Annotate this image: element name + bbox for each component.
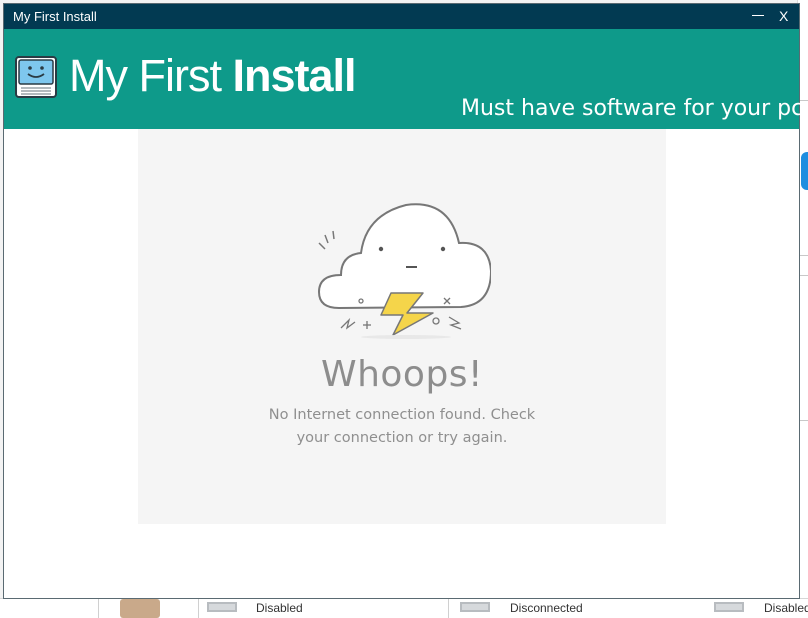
error-message-line1: No Internet connection found. Check — [268, 407, 536, 423]
window-title: My First Install — [13, 9, 97, 24]
brand-name-light: My First — [69, 50, 233, 101]
minimize-icon — [752, 15, 764, 16]
title-bar[interactable]: My First Install X — [4, 4, 799, 29]
network-adapter-icon — [460, 602, 490, 612]
divider — [98, 599, 99, 618]
error-heading: Whoops! — [320, 354, 483, 395]
minimize-button[interactable] — [746, 7, 770, 25]
network-adapter-icon — [207, 602, 237, 612]
divider — [799, 255, 808, 256]
divider — [799, 275, 808, 276]
storm-cloud-icon — [317, 203, 491, 339]
error-message-line2: your connection or try again. — [296, 430, 508, 446]
network-adapter-icon — [714, 602, 744, 612]
header-banner: My First Install Must have software for … — [4, 29, 803, 129]
divider — [799, 420, 808, 421]
adapter-status[interactable]: Disabled — [256, 601, 303, 615]
tagline: Must have software for your pc — [461, 96, 804, 121]
adapter-status[interactable]: Disconnected — [510, 601, 583, 615]
shield-icon — [801, 152, 808, 190]
adapter-status[interactable]: Disabled — [764, 601, 808, 615]
installer-window: My First Install X My First Install Must… — [3, 3, 803, 599]
error-panel: Whoops! No Internet connection found. Ch… — [138, 129, 666, 524]
close-button[interactable]: X — [779, 8, 788, 24]
avatar — [120, 599, 160, 618]
background-network-list: Disabled Disconnected Disabled — [0, 598, 808, 618]
brand-name-bold: Install — [232, 50, 356, 101]
divider — [448, 599, 449, 618]
divider — [198, 599, 199, 618]
brand-name: My First Install — [69, 50, 357, 101]
laptop-smiley-icon — [15, 56, 57, 98]
